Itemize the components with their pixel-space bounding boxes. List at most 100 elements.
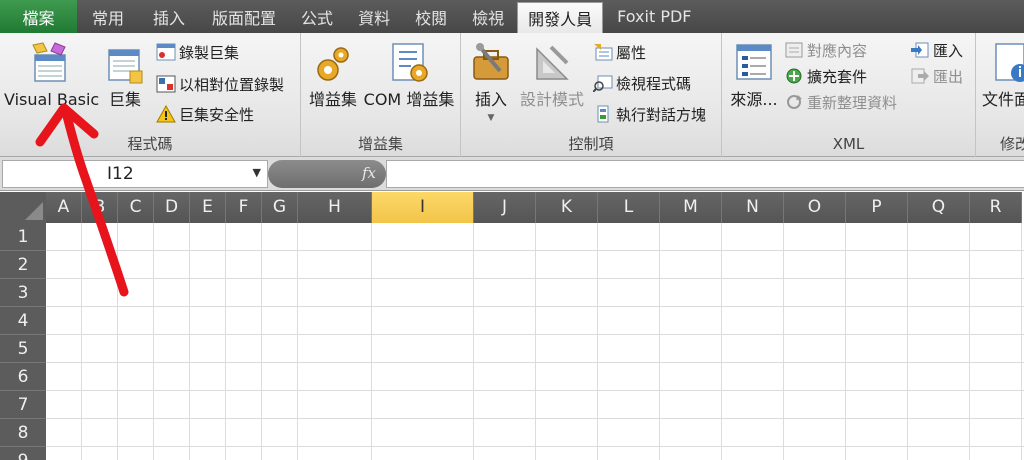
group-modify: 文件面 修改 bbox=[976, 33, 1024, 157]
gridline-vertical bbox=[371, 223, 372, 460]
column-header-g[interactable]: G bbox=[262, 192, 298, 223]
column-header-r[interactable]: R bbox=[970, 192, 1022, 223]
column-header-f[interactable]: F bbox=[226, 192, 262, 223]
properties-label: 屬性 bbox=[616, 43, 647, 62]
gridline-vertical bbox=[261, 223, 262, 460]
row-header-6[interactable]: 6 bbox=[0, 363, 46, 391]
map-properties-button[interactable]: 對應內容 bbox=[784, 39, 867, 61]
gridline-vertical bbox=[473, 223, 474, 460]
insert-control-label: 插入 bbox=[474, 90, 507, 109]
column-header-i[interactable]: I bbox=[372, 192, 474, 223]
column-header-b[interactable]: B bbox=[82, 192, 118, 223]
toolbox-icon bbox=[473, 43, 509, 80]
column-header-j[interactable]: J bbox=[474, 192, 536, 223]
visual-basic-icon bbox=[32, 42, 66, 82]
row-header-3[interactable]: 3 bbox=[0, 279, 46, 307]
refresh-data-button[interactable]: 重新整理資料 bbox=[784, 91, 897, 113]
run-dialog-button[interactable]: 執行對話方塊 bbox=[593, 103, 706, 125]
document-panel-button[interactable]: 文件面 bbox=[982, 41, 1024, 109]
addins-button[interactable]: 增益集 bbox=[307, 45, 359, 109]
addins-label: 增益集 bbox=[308, 90, 357, 109]
column-header-o[interactable]: O bbox=[784, 192, 846, 223]
worksheet-grid[interactable]: ABCDEFGHIJKLMNOPQR 123456789 bbox=[0, 192, 1024, 460]
relative-reference-button[interactable]: 以相對位置錄製 bbox=[156, 73, 284, 95]
row-header-9[interactable]: 9 bbox=[0, 447, 46, 460]
record-macro-button[interactable]: 錄製巨集 bbox=[156, 41, 239, 63]
insert-control-dropdown-icon: ▼ bbox=[487, 113, 495, 123]
column-header-l[interactable]: L bbox=[598, 192, 660, 223]
macros-button[interactable]: 巨集 bbox=[100, 47, 150, 109]
select-all-button[interactable] bbox=[0, 192, 46, 223]
visual-basic-button[interactable]: Visual Basic bbox=[4, 41, 99, 109]
tab-view[interactable]: 檢視 bbox=[459, 0, 517, 33]
com-addins-label: COM 增益集 bbox=[363, 90, 455, 109]
expansion-packs-icon bbox=[786, 68, 802, 84]
view-code-icon bbox=[593, 75, 613, 92]
row-header-2[interactable]: 2 bbox=[0, 251, 46, 279]
tab-foxit-pdf[interactable]: Foxit PDF bbox=[603, 0, 705, 33]
macro-security-button[interactable]: 巨集安全性 bbox=[156, 103, 254, 125]
com-addins-button[interactable]: COM 增益集 bbox=[361, 41, 457, 109]
tab-insert[interactable]: 插入 bbox=[139, 0, 199, 33]
column-header-d[interactable]: D bbox=[154, 192, 190, 223]
tab-developer[interactable]: 開發人員 bbox=[517, 2, 604, 33]
group-controls: 插入 ▼ 設計模式 屬性 檢視程式碼 執行對話方塊 控制項 bbox=[461, 33, 722, 157]
xml-source-icon bbox=[736, 44, 772, 80]
run-dialog-label: 執行對話方塊 bbox=[616, 105, 707, 124]
design-mode-icon bbox=[536, 45, 569, 80]
formula-input[interactable] bbox=[386, 160, 1024, 188]
gridline-vertical bbox=[189, 223, 190, 460]
macros-label: 巨集 bbox=[108, 90, 141, 109]
gridline-vertical bbox=[81, 223, 82, 460]
view-code-label: 檢視程式碼 bbox=[616, 74, 692, 93]
group-xml: 來源... 對應內容 擴充套件 重新整理資料 匯入 匯出 XML bbox=[722, 33, 976, 157]
gridline-horizontal bbox=[46, 418, 1024, 419]
fx-icon: fx bbox=[361, 164, 376, 182]
row-header-5[interactable]: 5 bbox=[0, 335, 46, 363]
insert-function-button[interactable]: fx bbox=[268, 160, 386, 188]
column-header-n[interactable]: N bbox=[722, 192, 784, 223]
ribbon: Visual Basic 巨集 錄製巨集 以相對位置錄製 巨集安全性 程式碼 增… bbox=[0, 33, 1024, 157]
tab-page-layout[interactable]: 版面配置 bbox=[199, 0, 289, 33]
document-panel-label: 文件面 bbox=[982, 90, 1024, 109]
view-code-button[interactable]: 檢視程式碼 bbox=[593, 72, 691, 94]
tab-file[interactable]: 檔案 bbox=[0, 0, 77, 33]
properties-button[interactable]: 屬性 bbox=[593, 41, 646, 63]
com-addins-icon bbox=[392, 43, 428, 82]
column-header-k[interactable]: K bbox=[536, 192, 598, 223]
row-header-4[interactable]: 4 bbox=[0, 307, 46, 335]
column-header-c[interactable]: C bbox=[118, 192, 154, 223]
gridline-horizontal bbox=[46, 334, 1024, 335]
refresh-data-label: 重新整理資料 bbox=[807, 93, 898, 112]
name-box[interactable]: I12 ▼ bbox=[2, 160, 268, 188]
macro-security-label: 巨集安全性 bbox=[179, 105, 255, 124]
row-header-8[interactable]: 8 bbox=[0, 419, 46, 447]
import-button[interactable]: 匯入 bbox=[910, 39, 963, 61]
xml-source-button[interactable]: 來源... bbox=[728, 41, 780, 109]
gridline-vertical bbox=[1021, 223, 1022, 460]
group-xml-label: XML bbox=[832, 135, 865, 153]
export-button[interactable]: 匯出 bbox=[910, 65, 963, 87]
design-mode-button[interactable]: 設計模式 bbox=[519, 41, 585, 109]
gridline-vertical bbox=[225, 223, 226, 460]
row-header-7[interactable]: 7 bbox=[0, 391, 46, 419]
tab-formulas[interactable]: 公式 bbox=[289, 0, 345, 33]
column-header-p[interactable]: P bbox=[846, 192, 908, 223]
column-header-m[interactable]: M bbox=[660, 192, 722, 223]
column-header-h[interactable]: H bbox=[298, 192, 372, 223]
expansion-packs-button[interactable]: 擴充套件 bbox=[784, 65, 867, 87]
gridline-vertical bbox=[117, 223, 118, 460]
row-header-1[interactable]: 1 bbox=[0, 223, 46, 251]
tab-review[interactable]: 校閱 bbox=[403, 0, 459, 33]
insert-control-button[interactable]: 插入 ▼ bbox=[467, 41, 515, 127]
column-header-a[interactable]: A bbox=[46, 192, 82, 223]
macros-icon bbox=[108, 49, 143, 84]
tab-home[interactable]: 常用 bbox=[77, 0, 139, 33]
gridline-vertical bbox=[153, 223, 154, 460]
name-box-dropdown-icon[interactable]: ▼ bbox=[253, 166, 261, 179]
column-header-e[interactable]: E bbox=[190, 192, 226, 223]
warning-icon bbox=[156, 105, 176, 123]
column-header-q[interactable]: Q bbox=[908, 192, 970, 223]
tab-data[interactable]: 資料 bbox=[345, 0, 403, 33]
xml-source-label: 來源... bbox=[730, 90, 778, 109]
